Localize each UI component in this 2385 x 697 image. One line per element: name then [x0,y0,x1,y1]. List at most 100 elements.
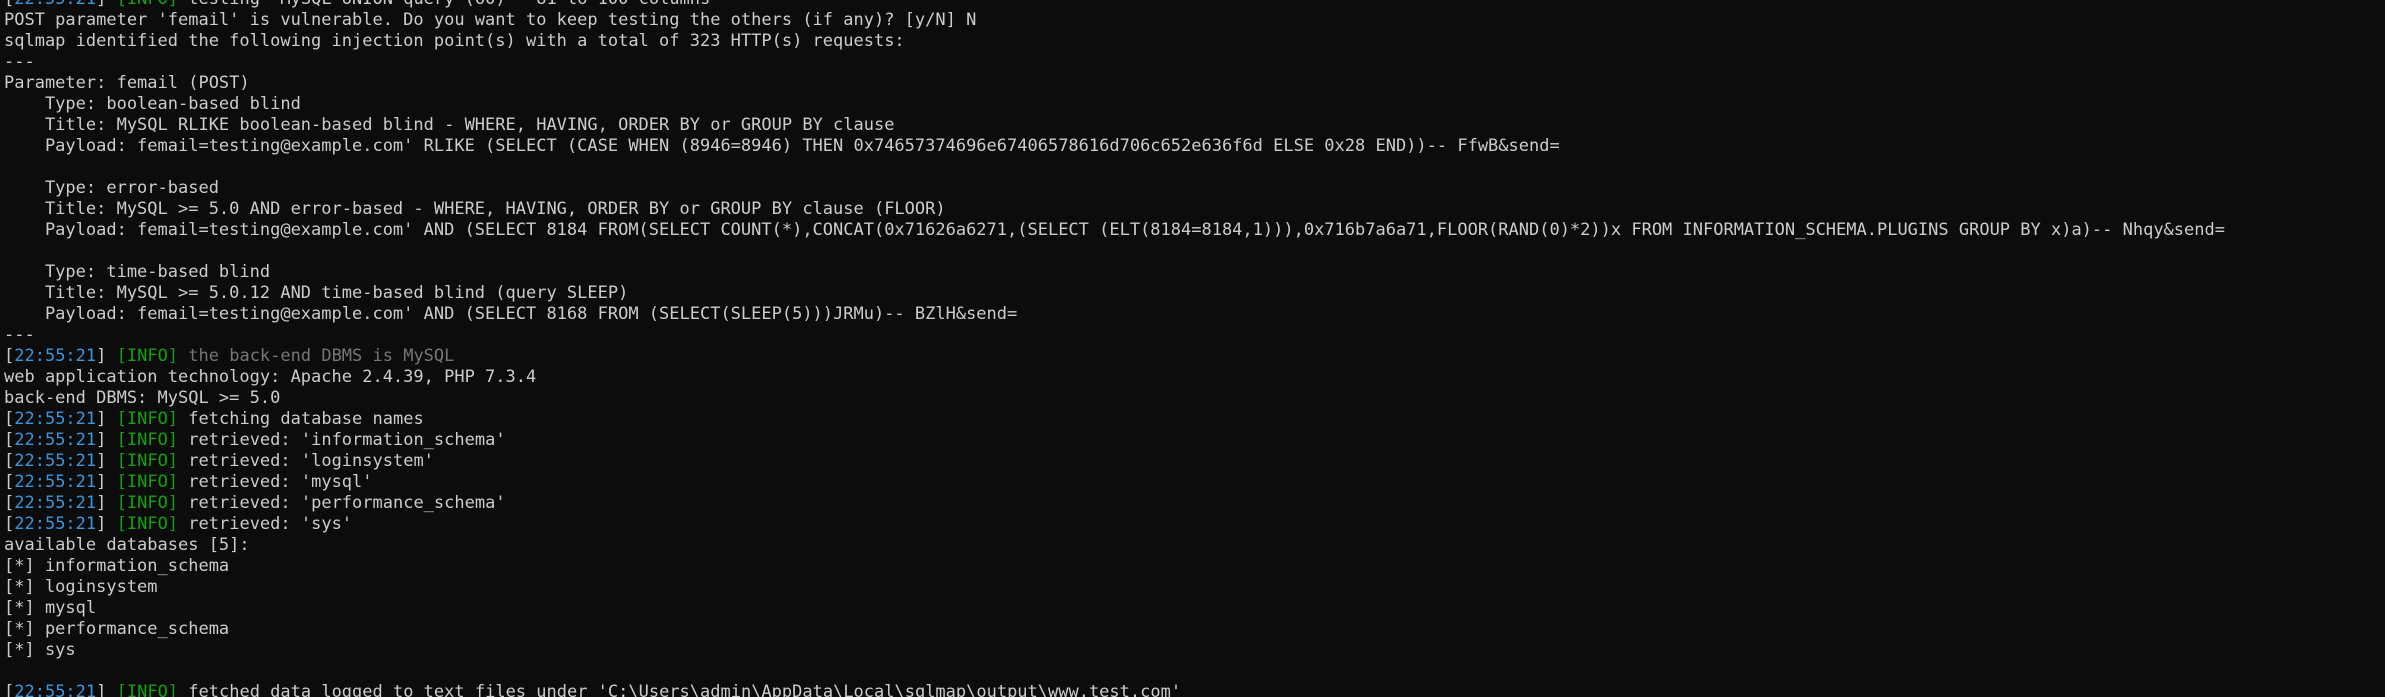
terminal-line: Payload: femail=testing@example.com' AND… [4,220,2225,241]
output-text: Title: MySQL >= 5.0 AND error-based - WH… [4,199,946,219]
terminal-line: Type: time-based blind [4,262,2225,283]
output-text: POST parameter 'femail' is vulnerable. D… [4,10,977,30]
output-text: Title: MySQL RLIKE boolean-based blind -… [4,115,895,135]
terminal-line: [22:55:21] [INFO] testing 'MySQL UNION q… [4,0,2225,10]
timestamp: 22:55:21 [14,514,97,534]
terminal-line: sqlmap identified the following injectio… [4,31,2225,52]
output-text: ] [96,472,117,492]
output-text: retrieved: 'sys' [178,514,353,534]
terminal-output: [22:55:21] [INFO] testing 'MySQL UNION q… [4,0,2225,697]
output-text: Payload: femail=testing@example.com' AND… [4,304,1018,324]
output-text: [ [4,346,15,366]
output-text: ] [96,346,117,366]
log-level-tag: [INFO] [117,0,178,9]
output-text: Type: error-based [4,178,219,198]
terminal-line: --- [4,325,2225,346]
output-text: [*] performance_schema [4,619,230,639]
output-text: [ [4,493,15,513]
terminal-line: --- [4,52,2225,73]
output-text: retrieved: 'performance_schema' [178,493,506,513]
timestamp: 22:55:21 [14,409,97,429]
terminal-line: Payload: femail=testing@example.com' RLI… [4,136,2225,157]
output-text: [*] sys [4,640,76,660]
output-text: Parameter: femail (POST) [4,73,250,93]
terminal-line: [22:55:21] [INFO] retrieved: 'loginsyste… [4,451,2225,472]
output-text: [ [4,514,15,534]
output-text: [*] loginsystem [4,577,158,597]
output-text: Title: MySQL >= 5.0.12 AND time-based bl… [4,283,629,303]
timestamp: 22:55:21 [14,682,97,697]
output-text: --- [4,325,35,345]
output-text: back-end DBMS: MySQL >= 5.0 [4,388,281,408]
output-text: retrieved: 'mysql' [178,472,373,492]
output-text: ] [96,514,117,534]
terminal-line: Parameter: femail (POST) [4,73,2225,94]
terminal-line: web application technology: Apache 2.4.3… [4,367,2225,388]
terminal-line: Payload: femail=testing@example.com' AND… [4,304,2225,325]
terminal-line: [22:55:21] [INFO] fetched data logged to… [4,682,2225,697]
terminal-line: [22:55:21] [INFO] retrieved: 'mysql' [4,472,2225,493]
terminal-line: [22:55:21] [INFO] retrieved: 'sys' [4,514,2225,535]
output-text: Type: time-based blind [4,262,271,282]
terminal-line: back-end DBMS: MySQL >= 5.0 [4,388,2225,409]
timestamp: 22:55:21 [14,451,97,471]
terminal-line: Title: MySQL >= 5.0.12 AND time-based bl… [4,283,2225,304]
log-level-tag: [INFO] [116,493,179,513]
timestamp: 22:55:21 [14,493,97,513]
log-level-tag: [INFO] [116,682,179,697]
timestamp: 22:55:21 [14,472,97,492]
output-text: fetched data logged to text files under … [178,682,1182,697]
terminal-line: Title: MySQL >= 5.0 AND error-based - WH… [4,199,2225,220]
terminal-line: [22:55:21] [INFO] the back-end DBMS is M… [4,346,2225,367]
timestamp: 22:55:21 [14,346,97,366]
output-text: ] [96,682,117,697]
output-text: [*] mysql [4,598,97,618]
log-level-tag: [INFO] [116,430,179,450]
log-level-tag: [INFO] [116,472,179,492]
output-text: [ [4,409,15,429]
output-text: [ [4,0,14,9]
output-text: Payload: femail=testing@example.com' AND… [4,220,2225,240]
output-text: [ [4,451,15,471]
output-text: retrieved: 'loginsystem' [178,451,434,471]
terminal-line: [*] loginsystem [4,577,2225,598]
output-text: fetching database names [178,409,424,429]
output-text: Type: boolean-based blind [4,94,301,114]
terminal-line: [*] performance_schema [4,619,2225,640]
terminal-line: [22:55:21] [INFO] retrieved: 'informatio… [4,430,2225,451]
output-text: Payload: femail=testing@example.com' RLI… [4,136,1560,156]
terminal-line: available databases [5]: [4,535,2225,556]
output-text: ] [96,0,116,9]
output-text: ] [96,409,117,429]
output-text: available databases [5]: [4,535,250,555]
timestamp: 22:55:21 [14,0,96,9]
log-level-tag: [INFO] [116,409,179,429]
terminal-line: Type: boolean-based blind [4,94,2225,115]
output-text: [ [4,430,15,450]
output-text: --- [4,52,35,72]
output-text: ] [96,493,117,513]
terminal-window[interactable]: [22:55:21] [INFO] testing 'MySQL UNION q… [0,0,2385,697]
log-level-tag: [INFO] [116,514,179,534]
output-text: the back-end DBMS is MySQL [178,346,455,366]
output-text: testing 'MySQL UNION query (60) - 81 to … [178,0,720,9]
terminal-line: [*] mysql [4,598,2225,619]
terminal-line: [22:55:21] [INFO] retrieved: 'performanc… [4,493,2225,514]
output-text: ] [96,430,117,450]
log-level-tag: [INFO] [116,346,179,366]
terminal-line: [*] sys [4,640,2225,661]
output-text: [ [4,472,15,492]
log-level-tag: [INFO] [116,451,179,471]
terminal-line: Type: error-based [4,178,2225,199]
timestamp: 22:55:21 [14,430,97,450]
terminal-line: POST parameter 'femail' is vulnerable. D… [4,10,2225,31]
output-text: retrieved: 'information_schema' [178,430,506,450]
output-text: [*] information_schema [4,556,230,576]
terminal-line: [22:55:21] [INFO] fetching database name… [4,409,2225,430]
output-text: sqlmap identified the following injectio… [4,31,905,51]
terminal-line: [*] information_schema [4,556,2225,577]
output-text: [ [4,682,15,697]
